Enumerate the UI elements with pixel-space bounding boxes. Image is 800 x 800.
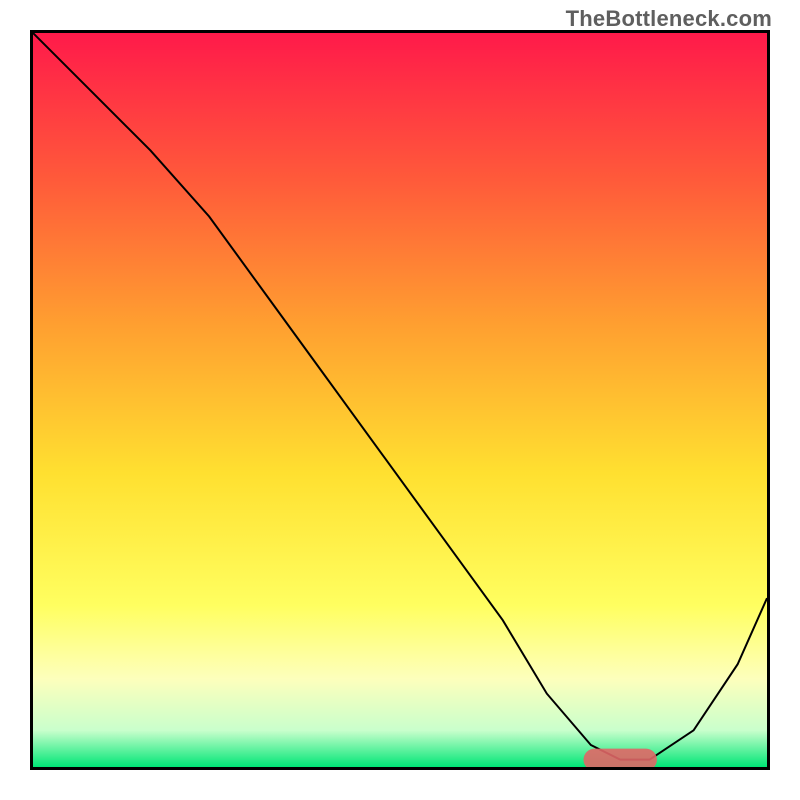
sweet-spot-marker [584, 749, 657, 767]
chart-svg [33, 33, 767, 767]
stage: TheBottleneck.com [0, 0, 800, 800]
watermark-text: TheBottleneck.com [566, 6, 772, 32]
chart-frame [30, 30, 770, 770]
